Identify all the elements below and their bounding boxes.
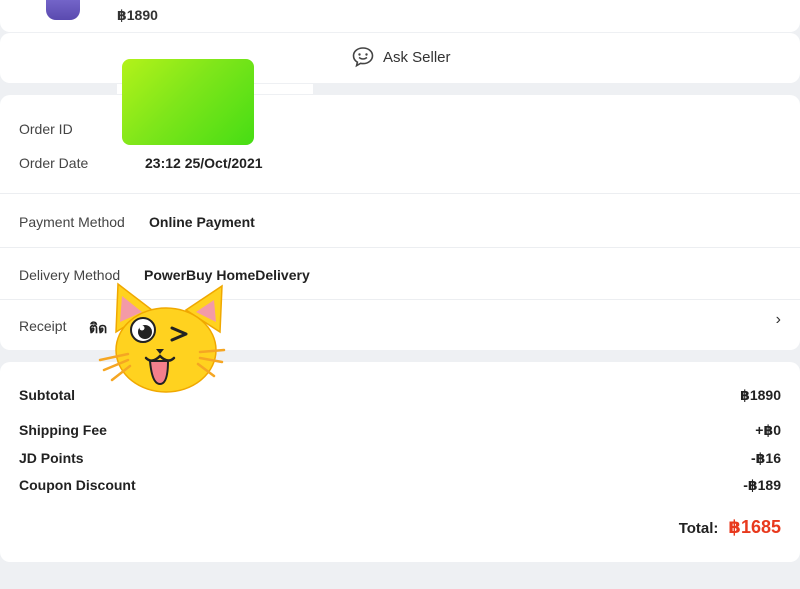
product-image[interactable] xyxy=(46,0,80,20)
shipping-fee-label: Shipping Fee xyxy=(19,422,107,438)
subtotal-value: ฿1890 xyxy=(740,387,781,403)
payment-method-label: Payment Method xyxy=(19,214,125,230)
redaction-green-box xyxy=(122,59,254,145)
payment-method-value: Online Payment xyxy=(149,214,255,230)
ask-seller-button[interactable]: Ask Seller xyxy=(351,46,451,68)
cat-face-sticker xyxy=(98,282,226,393)
product-card[interactable]: ฿1890 xyxy=(0,0,800,32)
total-label: Total: xyxy=(678,520,719,537)
product-price: ฿1890 xyxy=(117,7,158,23)
shipping-fee-value: +฿0 xyxy=(755,422,781,438)
jd-points-label: JD Points xyxy=(19,450,84,466)
coupon-discount-label: Coupon Discount xyxy=(19,477,136,493)
total-value: ฿1685 xyxy=(728,517,781,537)
divider xyxy=(0,247,800,248)
order-id-label: Order ID xyxy=(19,121,73,137)
total-row: Total: ฿1685 xyxy=(679,517,781,538)
ask-seller-label: Ask Seller xyxy=(383,48,451,66)
order-date-value: 23:12 25/Oct/2021 xyxy=(145,155,263,171)
coupon-discount-value: -฿189 xyxy=(743,477,781,493)
chat-smile-icon xyxy=(352,47,374,68)
subtotal-label: Subtotal xyxy=(19,387,75,403)
jd-points-value: -฿16 xyxy=(751,450,781,466)
order-date-label: Order Date xyxy=(19,155,89,171)
chevron-right-icon[interactable]: › xyxy=(776,311,781,329)
divider xyxy=(0,193,800,194)
ask-seller-card: Ask Seller xyxy=(0,33,800,83)
receipt-label: Receipt xyxy=(19,318,67,334)
